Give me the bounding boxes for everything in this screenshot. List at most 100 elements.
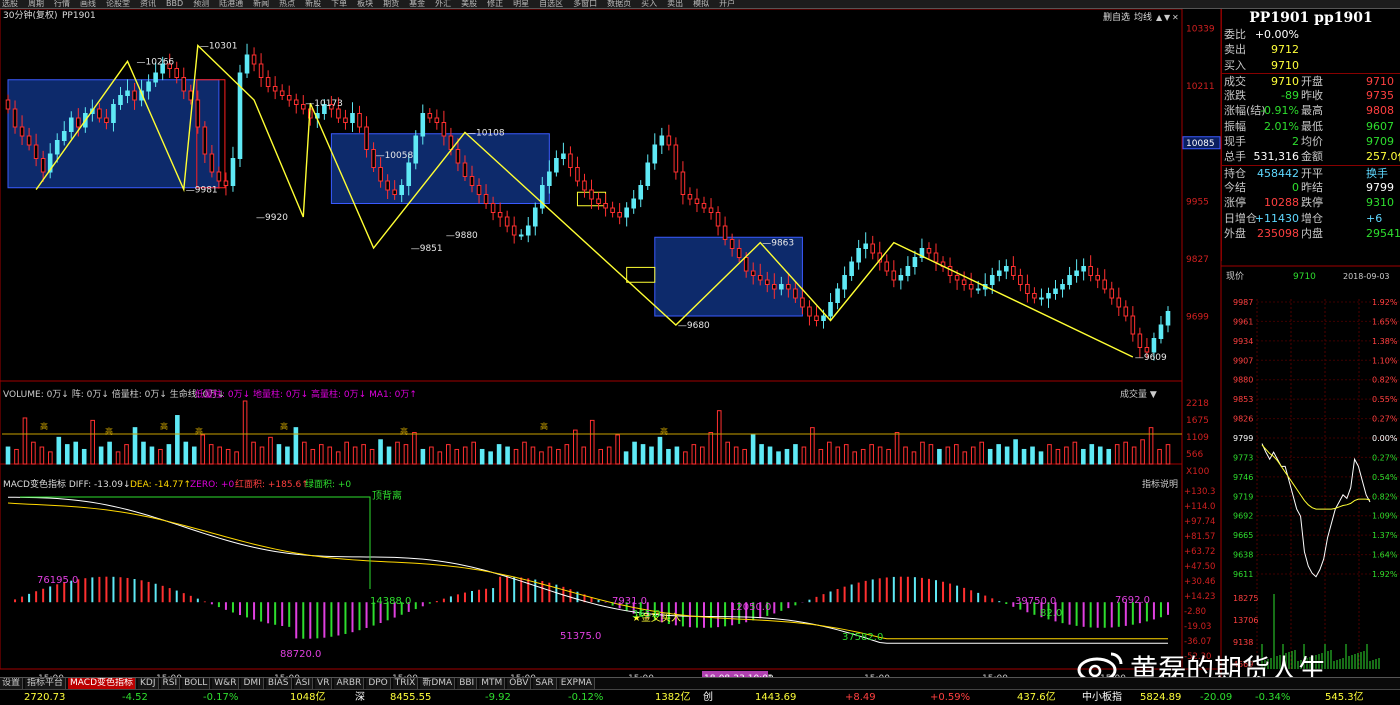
volume-bar	[39, 446, 45, 465]
indicator-tab[interactable]: OBV	[507, 678, 532, 689]
current-price-label: 10085	[1186, 139, 1215, 149]
volume-bar	[124, 444, 129, 465]
indicator-tab[interactable]: 设置	[0, 678, 24, 689]
toolbar-item[interactable]: 修正	[487, 0, 503, 8]
volume-bar	[996, 444, 1001, 465]
toolbar-item[interactable]: 陆港通	[219, 0, 243, 8]
toolbar-item[interactable]: BBD	[166, 0, 183, 8]
indicator-tab[interactable]: VR	[315, 678, 333, 689]
candle	[891, 270, 897, 281]
toolbar-item[interactable]: 开户	[719, 0, 735, 8]
toolbar-item[interactable]: 新股	[305, 0, 321, 8]
volume-bar	[429, 446, 434, 465]
candle	[961, 279, 967, 285]
candle	[1046, 293, 1051, 299]
toolbar-item[interactable]: 明星	[513, 0, 529, 8]
quote-label: 振幅	[1224, 119, 1246, 133]
indicator-tab[interactable]: 新DMA	[420, 678, 456, 689]
indicator-tab[interactable]: W&R	[212, 678, 240, 689]
toolbar-item[interactable]: 下单	[331, 0, 347, 8]
period-label: 30分钟(复权)	[3, 9, 57, 21]
quote-value: 2	[1292, 135, 1299, 149]
candle	[12, 108, 18, 128]
candle	[1116, 297, 1122, 308]
macd-y-tick: -19.03	[1184, 622, 1211, 632]
price-annotation: —9680	[678, 321, 710, 331]
toolbar-item[interactable]: 新闻	[253, 0, 269, 8]
ticker-value: 1443.69	[755, 692, 797, 703]
toolbar-item[interactable]: 预测	[193, 0, 209, 8]
candle	[912, 257, 918, 267]
volume-bar	[48, 451, 53, 465]
toolbar-item[interactable]: 热点	[279, 0, 295, 8]
toolbar-item[interactable]: 买入	[641, 0, 657, 8]
indicator-tab[interactable]: SAR	[533, 678, 557, 689]
volume-bar	[1081, 448, 1086, 465]
indicator-tab[interactable]: ARBR	[334, 678, 365, 689]
toolbar-item[interactable]: 多窗口	[573, 0, 597, 8]
candle	[420, 113, 426, 137]
quote-value: 257.0亿	[1366, 150, 1400, 164]
indicator-tab[interactable]: 指标平台	[25, 678, 67, 689]
indicator-tab[interactable]: DPO	[366, 678, 391, 689]
toolbar-item[interactable]: 论股堂	[106, 0, 130, 8]
indicator-tab[interactable]: ASI	[293, 678, 314, 689]
candle	[378, 167, 383, 182]
window-control-icon: ▲	[1156, 13, 1163, 22]
toolbar-item[interactable]: 期货	[383, 0, 399, 8]
volume-bar	[1165, 444, 1171, 465]
vol-y-tick: X100	[1186, 467, 1210, 477]
volume-bar	[903, 446, 908, 465]
candle	[525, 225, 531, 236]
candle	[722, 225, 728, 240]
toolbar-item[interactable]: 美股	[461, 0, 477, 8]
window-control-icon: ▼	[1164, 13, 1171, 22]
toolbar-item[interactable]: 数据页	[607, 0, 631, 8]
quote-row: 持仓 458442 开平 换手	[1222, 164, 1400, 180]
toolbar-item[interactable]: 画线	[80, 0, 96, 8]
indicator-tab[interactable]: DMI	[241, 678, 264, 689]
volume-bar	[115, 451, 121, 465]
toolbar-item[interactable]: 基金	[409, 0, 425, 8]
indicator-tab[interactable]: MACD变色指标	[68, 678, 137, 689]
candle	[617, 212, 622, 218]
toolbar-item[interactable]: 资讯	[140, 0, 156, 8]
volume-bar	[547, 446, 553, 465]
quote-value: 0	[1292, 180, 1299, 194]
toolbar-item[interactable]: 选股	[2, 0, 18, 8]
toolbar-item[interactable]: 板块	[357, 0, 373, 8]
volume-bar	[962, 451, 968, 465]
indicator-tab[interactable]: BBI	[457, 678, 478, 689]
volume-bar	[979, 441, 985, 465]
indicator-tab[interactable]: BIAS	[265, 678, 292, 689]
volume-bar	[191, 446, 197, 465]
candle	[1151, 338, 1157, 353]
volume-bar	[81, 448, 87, 465]
quote-rows: 委比 +0.00% 卖出 9712 买入 9710 成交 9710 开盘 9710 涨跌 -89 昨收 9…	[1222, 27, 1400, 241]
vol-y-tick: 566	[1186, 450, 1203, 460]
indicator-tab[interactable]: MTM	[479, 678, 506, 689]
toolbar-item[interactable]: 模拟	[693, 0, 709, 8]
ticker-value: 创	[703, 692, 713, 703]
volume-header: VOLUME: 0万↓ 阵: 0万↓ 倍量柱: 0万↓ 生命线: 0万↓	[3, 388, 225, 400]
candle	[631, 198, 636, 209]
volume-bar	[869, 444, 874, 465]
volume-bar	[886, 448, 891, 465]
macd-help-button: 指标说明	[1142, 478, 1178, 490]
toolbar-item[interactable]: 外汇	[435, 0, 451, 8]
indicator-tab[interactable]: TRIX	[392, 678, 419, 689]
indicator-tab[interactable]: RSI	[160, 678, 181, 689]
toolbar-item[interactable]: 周期	[28, 0, 44, 8]
candle	[5, 99, 11, 110]
indicator-tab[interactable]: KDJ	[138, 678, 159, 689]
candle	[272, 86, 278, 92]
ticker-value: -20.09	[1200, 692, 1233, 703]
quote-label: 跌停	[1301, 196, 1323, 210]
ticker-value: 2720.73	[24, 692, 66, 703]
indicator-tab[interactable]: BOLL	[182, 678, 211, 689]
indicator-tab[interactable]: EXPMA	[558, 678, 595, 689]
toolbar-item[interactable]: 自选区	[539, 0, 563, 8]
toolbar-item[interactable]: 卖出	[667, 0, 683, 8]
toolbar-item[interactable]: 行情	[54, 0, 70, 8]
volume-bar	[234, 451, 239, 465]
